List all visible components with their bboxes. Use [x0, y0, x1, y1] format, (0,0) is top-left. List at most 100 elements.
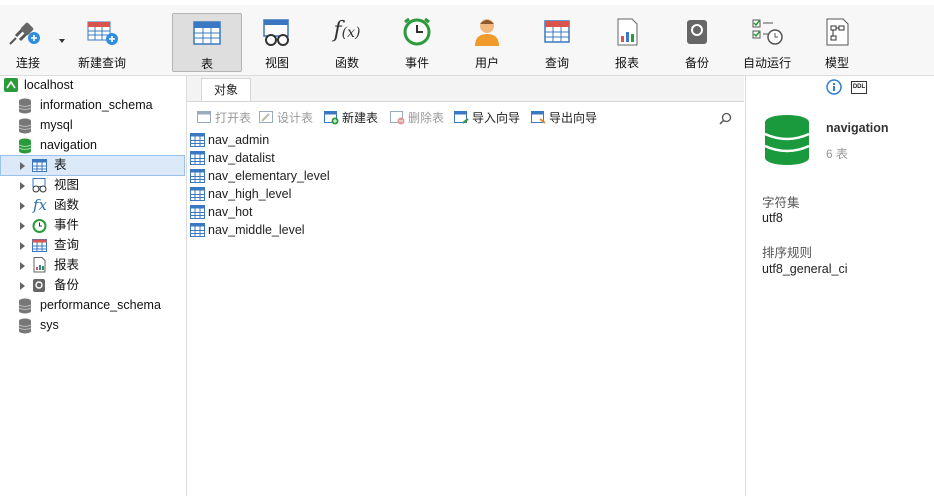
info-icon[interactable] [826, 79, 842, 95]
tree-node-views[interactable]: 视图 [0, 176, 79, 195]
mysql-connection-icon [4, 78, 18, 92]
table-icon [190, 133, 205, 147]
query-label: 查询 [544, 56, 569, 70]
table-icon [193, 21, 221, 45]
report-button[interactable]: 报表 [593, 8, 661, 72]
delete-table-icon [390, 111, 405, 125]
charset-value: utf8 [762, 211, 783, 225]
export-wizard-button[interactable]: 导出向导 [531, 109, 597, 127]
backup-label: 备份 [684, 56, 709, 70]
expand-arrow-icon[interactable] [20, 242, 25, 250]
info-table-count: 6 表 [826, 147, 849, 161]
tree-database-sys[interactable]: sys [18, 316, 59, 335]
design-table-button[interactable]: 设计表 [259, 109, 313, 127]
connection-tree: localhost information_schema mysql navig… [0, 76, 187, 496]
table-icon [190, 169, 205, 183]
tree-database-navigation[interactable]: navigation [18, 136, 97, 155]
database-open-icon [18, 138, 32, 154]
clock-icon [403, 17, 431, 46]
model-button[interactable]: 模型 [803, 8, 871, 72]
tree-label: information_schema [40, 98, 153, 112]
table-row[interactable]: nav_elementary_level [190, 167, 330, 185]
table-row[interactable]: nav_hot [190, 203, 252, 221]
plug-icon [9, 22, 40, 45]
query-icon [32, 239, 47, 252]
tree-label: 报表 [54, 258, 80, 272]
database-large-icon [764, 115, 810, 165]
table-row[interactable]: nav_admin [190, 131, 269, 149]
tree-label: 函数 [54, 198, 80, 212]
automation-button[interactable]: 自动运行 [733, 8, 801, 72]
expand-arrow-icon[interactable] [20, 202, 25, 210]
view-icon [263, 19, 289, 46]
tree-node-reports[interactable]: 报表 [0, 256, 79, 275]
event-button[interactable]: 事件 [383, 8, 451, 72]
tree-label: sys [40, 318, 59, 332]
tree-database-performance-schema[interactable]: performance_schema [18, 296, 161, 315]
tree-label: 表 [54, 158, 67, 172]
tree-label: 备份 [54, 278, 80, 292]
checklist-clock-icon [752, 19, 783, 45]
view-icon [32, 178, 47, 193]
tree-database-mysql[interactable]: mysql [18, 116, 73, 135]
function-icon: f(x) [333, 18, 361, 43]
model-label: 模型 [824, 56, 849, 70]
tree-database-information-schema[interactable]: information_schema [18, 96, 153, 115]
user-icon [475, 19, 499, 46]
tree-node-backups[interactable]: 备份 [0, 276, 79, 295]
table-icon [190, 205, 205, 219]
main-toolbar: 连接 新建查询 表 视图 f(x) 函数 事件 用户 查询 报表 备份 自动运行… [0, 5, 934, 76]
user-button[interactable]: 用户 [453, 8, 521, 72]
function-button[interactable]: f(x) 函数 [313, 8, 381, 72]
tree-node-tables[interactable]: 表 [0, 155, 185, 176]
expand-arrow-icon[interactable] [20, 162, 25, 170]
charset-label: 字符集 [762, 196, 800, 210]
connect-button[interactable]: 连接 [0, 8, 62, 72]
new-table-icon [324, 111, 339, 125]
table-button[interactable]: 表 [172, 13, 242, 72]
import-wizard-button[interactable]: 导入向导 [454, 109, 520, 127]
database-icon [18, 298, 32, 314]
object-panel: 对象 打开表 设计表 新建表 删除表 导入向导 导出向导 nav_admin n… [187, 76, 744, 496]
import-icon [454, 111, 469, 124]
object-action-bar: 打开表 设计表 新建表 删除表 导入向导 导出向导 [187, 107, 744, 129]
backup-button[interactable]: 备份 [663, 8, 731, 72]
tab-bar: 对象 [187, 76, 744, 102]
new-table-button[interactable]: 新建表 [324, 109, 378, 127]
table-row[interactable]: nav_datalist [190, 149, 275, 167]
model-icon [826, 18, 849, 46]
function-icon: fx [33, 196, 48, 214]
expand-arrow-icon[interactable] [20, 282, 25, 290]
tree-node-queries[interactable]: 查询 [0, 236, 79, 255]
new-query-button[interactable]: 新建查询 [68, 8, 136, 72]
ddl-icon[interactable]: DDL [851, 81, 867, 94]
view-button[interactable]: 视图 [243, 8, 311, 72]
tab-objects[interactable]: 对象 [201, 78, 251, 101]
report-icon [33, 257, 46, 273]
expand-arrow-icon[interactable] [20, 182, 25, 190]
design-table-icon [259, 111, 273, 123]
table-icon [190, 151, 205, 165]
expand-arrow-icon[interactable] [20, 222, 25, 230]
clock-icon [32, 219, 47, 233]
table-row[interactable]: nav_high_level [190, 185, 291, 203]
new-query-icon [87, 21, 118, 45]
table-row[interactable]: nav_middle_level [190, 221, 305, 239]
table-label: 表 [200, 57, 213, 71]
expand-arrow-icon[interactable] [20, 262, 25, 270]
search-icon[interactable] [719, 112, 732, 125]
tree-node-functions[interactable]: fx 函数 [0, 196, 79, 215]
table-icon [190, 223, 205, 237]
tree-node-events[interactable]: 事件 [0, 216, 79, 235]
automation-label: 自动运行 [742, 56, 791, 70]
delete-table-button[interactable]: 删除表 [390, 109, 444, 127]
view-label: 视图 [264, 56, 289, 70]
tree-connection-localhost[interactable]: localhost [4, 76, 73, 95]
connect-dropdown-icon[interactable] [59, 39, 65, 43]
report-label: 报表 [614, 56, 639, 70]
open-table-button[interactable]: 打开表 [197, 109, 251, 127]
tree-label: performance_schema [40, 298, 161, 312]
export-icon [531, 111, 546, 124]
backup-icon [687, 20, 707, 44]
query-button[interactable]: 查询 [523, 8, 591, 72]
